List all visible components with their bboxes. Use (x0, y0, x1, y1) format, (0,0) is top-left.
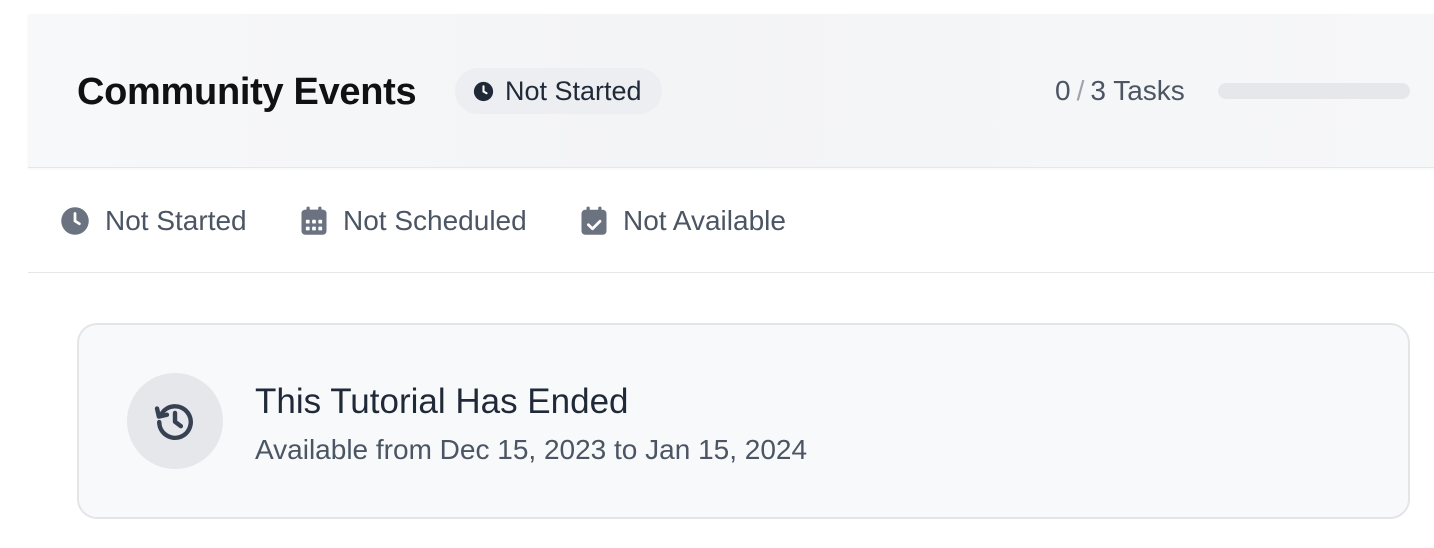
tasks-done-count: 0 (1055, 75, 1071, 106)
notice-title: This Tutorial Has Ended (255, 382, 629, 421)
event-page: Community Events Not Started 0 / 3 Tasks… (28, 14, 1434, 548)
tutorial-ended-notice: This Tutorial Has Ended Available from D… (77, 323, 1410, 519)
event-meta-row: Not Started Not Scheduled Not Available (28, 169, 1434, 273)
notice-icon-badge (127, 373, 223, 469)
clock-icon (473, 81, 494, 101)
meta-item-label: Not Available (623, 205, 786, 236)
meta-item-schedule: Not Scheduled (300, 203, 527, 239)
clock-icon (61, 207, 89, 235)
history-icon (154, 404, 193, 440)
meta-item-status: Not Started (60, 203, 247, 239)
status-badge: Not Started (455, 68, 662, 114)
meta-item-label: Not Started (105, 205, 247, 236)
tasks-separator: / (1076, 75, 1085, 106)
status-badge-label: Not Started (505, 75, 642, 106)
tasks-total-label: 3 Tasks (1090, 75, 1185, 106)
meta-item-availability: Not Available (580, 203, 786, 239)
calendar-icon (301, 206, 327, 235)
event-header: Community Events Not Started 0 / 3 Tasks (28, 14, 1434, 168)
meta-item-label: Not Scheduled (343, 205, 527, 236)
task-counter: 0 / 3 Tasks (1055, 73, 1185, 109)
calendar-check-icon (581, 206, 607, 235)
task-progress-bar (1218, 83, 1410, 99)
notice-subtitle: Available from Dec 15, 2023 to Jan 15, 2… (255, 434, 808, 465)
page-title: Community Events (77, 71, 417, 113)
